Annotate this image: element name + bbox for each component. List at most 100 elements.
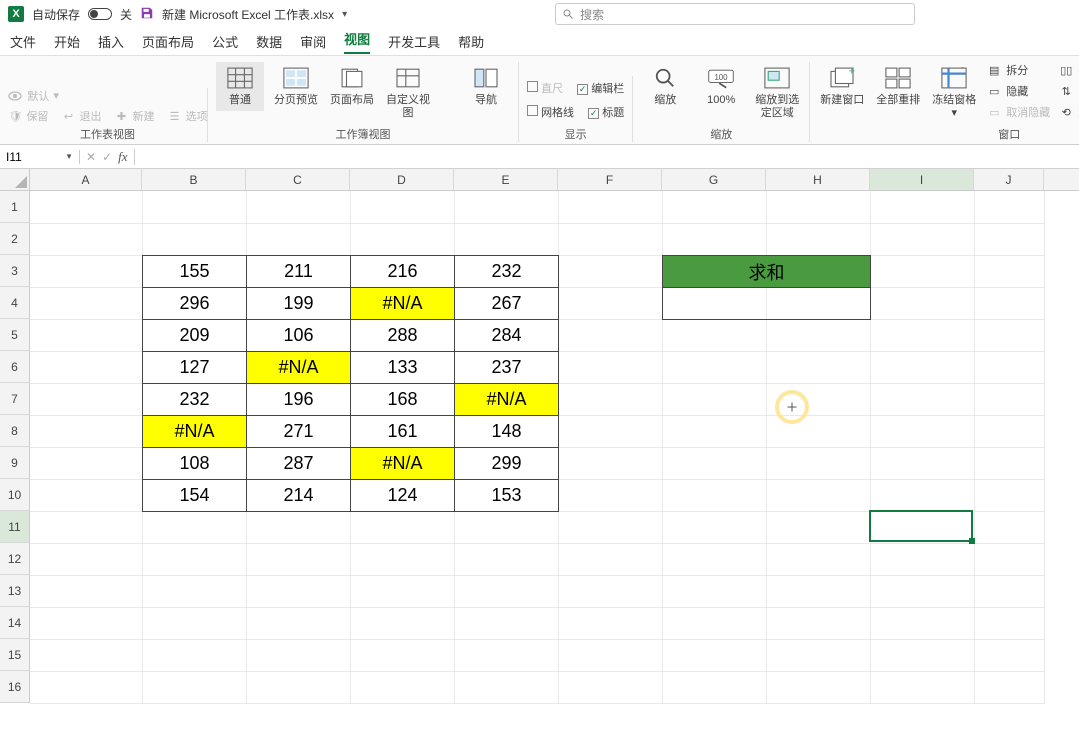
data-cell[interactable]: 106: [247, 320, 351, 352]
cell-A16[interactable]: [30, 671, 142, 703]
cell-F11[interactable]: [558, 511, 662, 543]
cell-F15[interactable]: [558, 639, 662, 671]
cell-A5[interactable]: [30, 319, 142, 351]
data-cell[interactable]: #N/A: [455, 384, 559, 416]
select-all-corner[interactable]: [0, 169, 30, 191]
cell-H7[interactable]: [766, 383, 870, 415]
cell-F5[interactable]: [558, 319, 662, 351]
cell-I3[interactable]: [870, 255, 974, 287]
data-cell[interactable]: 284: [455, 320, 559, 352]
search-input[interactable]: 搜索: [555, 3, 915, 25]
cell-J7[interactable]: [974, 383, 1044, 415]
cell-G11[interactable]: [662, 511, 766, 543]
data-cell[interactable]: 216: [351, 256, 455, 288]
cell-I11[interactable]: [870, 511, 974, 543]
row-header-6[interactable]: 6: [0, 351, 29, 383]
cell-D13[interactable]: [350, 575, 454, 607]
data-cell[interactable]: 168: [351, 384, 455, 416]
cell-F3[interactable]: [558, 255, 662, 287]
row-header-3[interactable]: 3: [0, 255, 29, 287]
cell-B14[interactable]: [142, 607, 246, 639]
cell-F1[interactable]: [558, 191, 662, 223]
sum-header-cell[interactable]: 求和: [663, 256, 871, 288]
ribbon-exit[interactable]: ↩ 退出: [60, 108, 101, 125]
data-cell[interactable]: #N/A: [351, 448, 455, 480]
cell-C14[interactable]: [246, 607, 350, 639]
cell-F12[interactable]: [558, 543, 662, 575]
row-header-15[interactable]: 15: [0, 639, 29, 671]
cell-H5[interactable]: [766, 319, 870, 351]
cell-H16[interactable]: [766, 671, 870, 703]
menu-item-数据[interactable]: 数据: [256, 32, 282, 51]
cell-D15[interactable]: [350, 639, 454, 671]
data-cell[interactable]: 237: [455, 352, 559, 384]
data-cell[interactable]: 127: [143, 352, 247, 384]
cell-I8[interactable]: [870, 415, 974, 447]
row-header-16[interactable]: 16: [0, 671, 29, 703]
cell-B2[interactable]: [142, 223, 246, 255]
cell-H13[interactable]: [766, 575, 870, 607]
cell-F13[interactable]: [558, 575, 662, 607]
menu-item-页面布局[interactable]: 页面布局: [142, 32, 194, 51]
cell-E2[interactable]: [454, 223, 558, 255]
cell-F7[interactable]: [558, 383, 662, 415]
cell-B15[interactable]: [142, 639, 246, 671]
cell-G16[interactable]: [662, 671, 766, 703]
cell-E12[interactable]: [454, 543, 558, 575]
row-header-8[interactable]: 8: [0, 415, 29, 447]
cell-I16[interactable]: [870, 671, 974, 703]
cell-E16[interactable]: [454, 671, 558, 703]
data-cell[interactable]: 153: [455, 480, 559, 512]
cell-E14[interactable]: [454, 607, 558, 639]
cell-J3[interactable]: [974, 255, 1044, 287]
cell-C13[interactable]: [246, 575, 350, 607]
cell-D12[interactable]: [350, 543, 454, 575]
cell-A14[interactable]: [30, 607, 142, 639]
cell-A2[interactable]: [30, 223, 142, 255]
col-header-B[interactable]: B: [142, 169, 246, 190]
col-header-C[interactable]: C: [246, 169, 350, 190]
cell-A4[interactable]: [30, 287, 142, 319]
cell-F4[interactable]: [558, 287, 662, 319]
data-cell[interactable]: 148: [455, 416, 559, 448]
cell-F8[interactable]: [558, 415, 662, 447]
cell-I12[interactable]: [870, 543, 974, 575]
cell-D16[interactable]: [350, 671, 454, 703]
cell-H11[interactable]: [766, 511, 870, 543]
ribbon-options[interactable]: ☰ 选项: [167, 108, 208, 125]
save-icon[interactable]: [140, 6, 154, 23]
cell-A8[interactable]: [30, 415, 142, 447]
data-cell[interactable]: 196: [247, 384, 351, 416]
ribbon-split[interactable]: ▤拆分: [986, 62, 1050, 78]
cell-A13[interactable]: [30, 575, 142, 607]
data-cell[interactable]: #N/A: [143, 416, 247, 448]
cell-C1[interactable]: [246, 191, 350, 223]
col-header-F[interactable]: F: [558, 169, 662, 190]
cell-F6[interactable]: [558, 351, 662, 383]
data-cell[interactable]: 154: [143, 480, 247, 512]
cell-E1[interactable]: [454, 191, 558, 223]
data-cell[interactable]: 271: [247, 416, 351, 448]
cell-I1[interactable]: [870, 191, 974, 223]
cell-A3[interactable]: [30, 255, 142, 287]
ribbon-custom-view[interactable]: 自定义视图: [384, 62, 432, 124]
cell-C2[interactable]: [246, 223, 350, 255]
sum-value-cell[interactable]: [663, 288, 871, 320]
cell-J4[interactable]: [974, 287, 1044, 319]
menu-item-文件[interactable]: 文件: [10, 32, 36, 51]
ribbon-unhide[interactable]: ▭取消隐藏: [986, 104, 1050, 120]
cell-H10[interactable]: [766, 479, 870, 511]
cancel-formula-icon[interactable]: ✕: [86, 150, 96, 164]
ribbon-new[interactable]: ✚ 新建: [114, 108, 155, 125]
cell-J5[interactable]: [974, 319, 1044, 351]
menu-item-公式[interactable]: 公式: [212, 32, 238, 51]
data-cell[interactable]: 214: [247, 480, 351, 512]
menu-item-审阅[interactable]: 审阅: [300, 32, 326, 51]
cell-H12[interactable]: [766, 543, 870, 575]
cell-J8[interactable]: [974, 415, 1044, 447]
cell-D14[interactable]: [350, 607, 454, 639]
cell-B12[interactable]: [142, 543, 246, 575]
data-cell[interactable]: 267: [455, 288, 559, 320]
ribbon-nav[interactable]: 导航: [462, 62, 510, 111]
cell-E13[interactable]: [454, 575, 558, 607]
